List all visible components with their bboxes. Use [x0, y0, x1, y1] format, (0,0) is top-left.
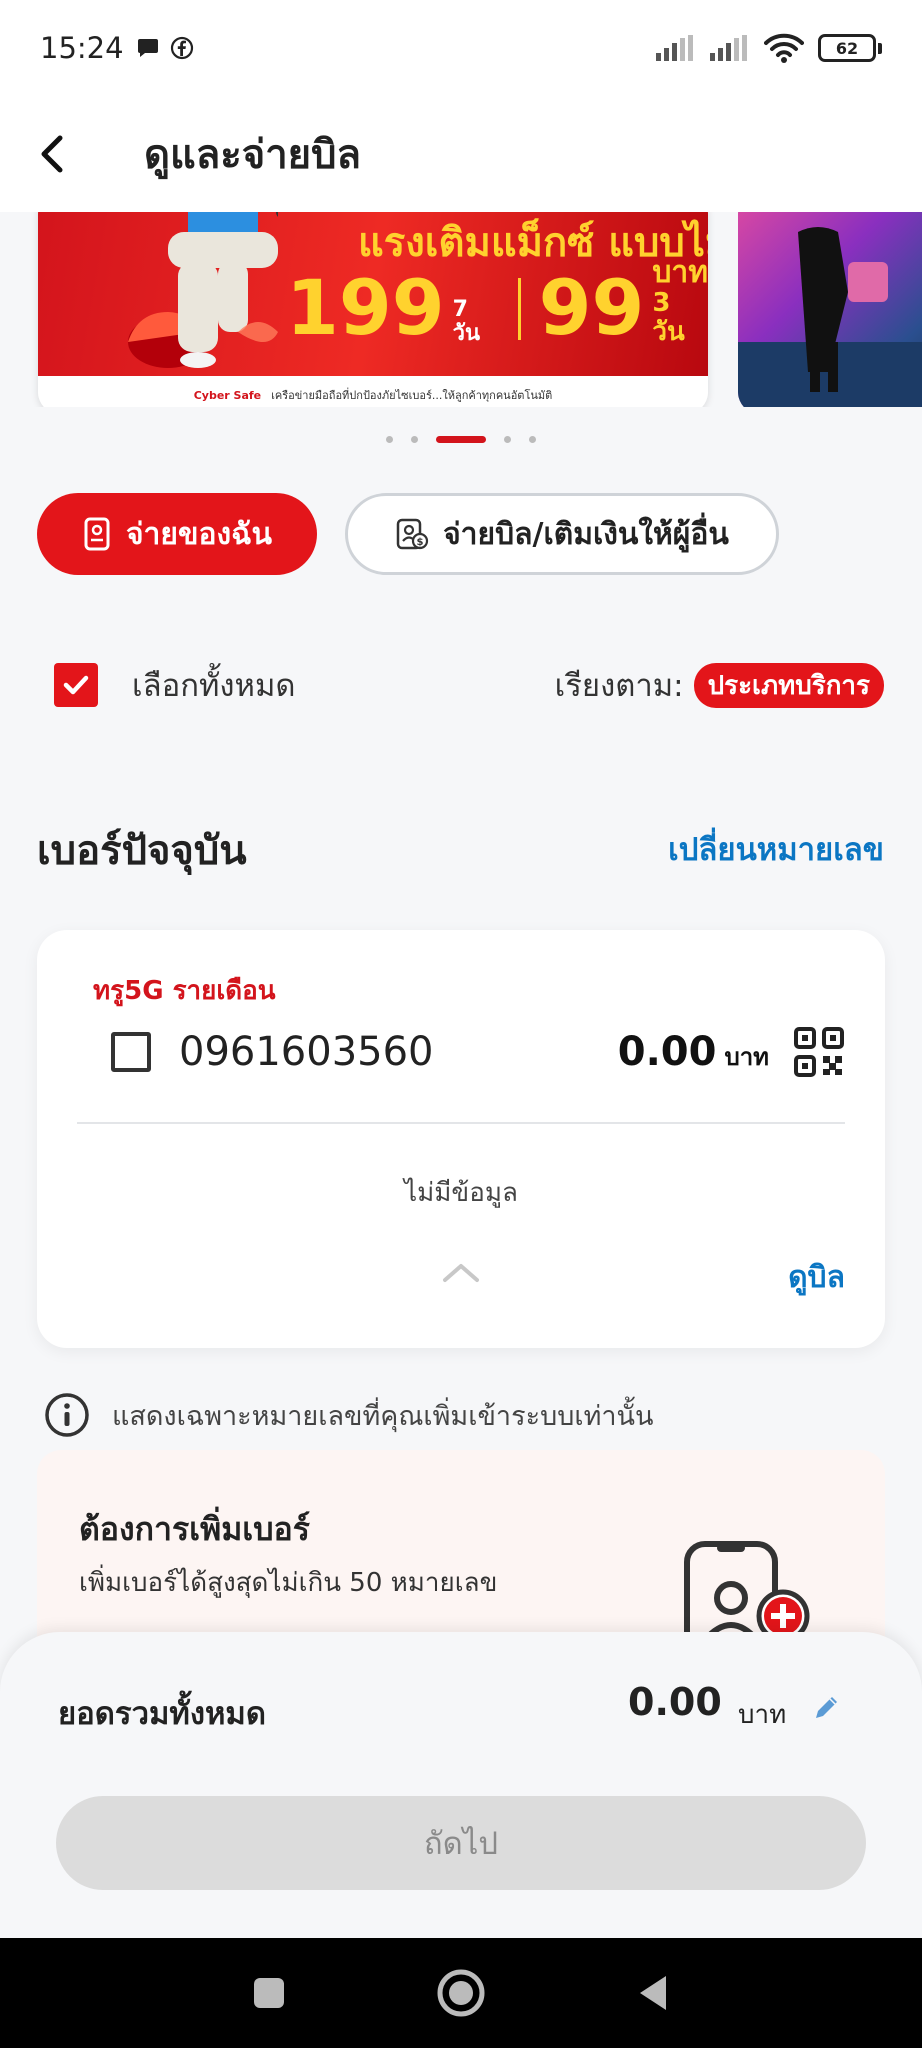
home-circle-icon [437, 1969, 485, 2017]
tab-pay-mine-label: จ่ายของฉัน [125, 516, 273, 552]
back-button[interactable] [4, 96, 104, 212]
plan-label: ทรู5G รายเดือน [93, 976, 276, 1006]
account-amount-unit: บาท [724, 1042, 769, 1071]
pencil-icon[interactable] [812, 1692, 842, 1722]
promo-price-2: 99 [538, 263, 645, 353]
person-bill-icon: $ [396, 518, 429, 550]
carousel-dot[interactable] [504, 436, 511, 443]
chat-bubble-icon [137, 39, 158, 57]
triangle-back-icon [640, 1976, 666, 2010]
carousel-dot[interactable] [529, 436, 536, 443]
battery-level: 62 [818, 34, 876, 62]
status-time: 15:24 [40, 31, 124, 65]
total-label: ยอดรวมทั้งหมด [58, 1696, 266, 1732]
bill-icon [84, 517, 110, 551]
add-number-subtitle: เพิ่มเบอร์ได้สูงสุดไม่เกิน 50 หมายเลข [79, 1568, 498, 1598]
battery-icon: 62 [818, 34, 882, 62]
chevron-up-icon[interactable] [441, 1260, 481, 1284]
status-right-icons: 62 [656, 33, 882, 63]
info-icon [45, 1393, 89, 1437]
account-checkbox[interactable] [111, 1032, 151, 1072]
promo-banner-next[interactable] [738, 212, 922, 407]
select-sort-row: เลือกทั้งหมด เรียงตาม: ประเภทบริการ [54, 660, 884, 710]
signal-icon [656, 35, 693, 61]
cyber-safe-logo: Cyber Safe [193, 388, 262, 402]
total-unit: บาท [738, 1700, 787, 1730]
square-icon [254, 1978, 284, 2008]
sort-label: เรียงตาม: [554, 668, 684, 704]
change-number-link[interactable]: เปลี่ยนหมายเลข [668, 824, 884, 874]
select-all-checkbox[interactable] [54, 663, 98, 707]
account-card: ทรู5G รายเดือน 0961603560 0.00 บาท ไม่มี… [37, 930, 885, 1348]
back-nav-button[interactable] [636, 1974, 670, 2012]
promo-price-2-unit: บาท 3 วัน [652, 255, 708, 347]
sort-dropdown[interactable]: ประเภทบริการ [693, 662, 884, 708]
account-row: 0961603560 0.00 บาท [111, 1026, 845, 1078]
page-title: ดูและจ่ายบิล [144, 132, 361, 178]
carousel-dot[interactable] [386, 436, 393, 443]
promo-price-1: 199 [286, 263, 445, 353]
system-nav-bar [0, 1938, 922, 2048]
total-amount: 0.00 [628, 1680, 722, 1724]
status-bar: 15:24 62 [0, 0, 922, 96]
chevron-left-icon [41, 135, 63, 173]
facebook-icon [170, 36, 193, 60]
promo-price: 199 7 วัน 99 บาท 3 วัน [286, 256, 708, 346]
promo-footer: Cyber Safe เครือข่ายมือถือที่ปกป้องภัยไซ… [38, 376, 708, 407]
card-divider [77, 1122, 845, 1124]
current-number-title: เบอร์ปัจจุบัน [37, 828, 247, 874]
wifi-icon [764, 33, 804, 63]
home-button[interactable] [436, 1968, 486, 2018]
carousel-dot[interactable] [411, 436, 418, 443]
promo-person-image [128, 212, 278, 368]
promo-price-1-unit: 7 วัน [452, 296, 481, 346]
signal-icon [710, 35, 747, 61]
next-button[interactable]: ถัดไป [56, 1796, 866, 1890]
no-data-text: ไม่มีข้อมูล [404, 1178, 518, 1208]
select-all-label[interactable]: เลือกทั้งหมด [132, 660, 296, 710]
promo-footer-text: เครือข่ายมือถือที่ปกป้องภัยไซเบอร์...ให้… [271, 389, 553, 402]
info-note: แสดงเฉพาะหมายเลขที่คุณเพิ่มเข้าระบบเท่าน… [44, 1392, 653, 1438]
recent-apps-button[interactable] [252, 1976, 286, 2010]
phone-number: 0961603560 [179, 1029, 434, 1075]
add-number-title: ต้องการเพิ่มเบอร์ [79, 1510, 310, 1548]
view-bill-link[interactable]: ดูบิล [788, 1254, 845, 1301]
tab-pay-others-label: จ่ายบิล/เติมเงินให้ผู้อื่น [443, 516, 729, 552]
carousel-indicator [0, 436, 922, 443]
summary-panel: ยอดรวมทั้งหมด 0.00 บาท ถัดไป [0, 1632, 922, 1938]
promo-carousel[interactable]: แรงเติมแม็กซ์ แบบไม่อั้น 199 7 วัน 99 บา… [0, 212, 922, 407]
promo-fashion-image [738, 227, 922, 407]
qr-code-icon[interactable] [793, 1026, 845, 1078]
tab-pay-others[interactable]: $ จ่ายบิล/เติมเงินให้ผู้อื่น [345, 493, 779, 575]
account-amount: 0.00 [617, 1029, 717, 1075]
promo-banner[interactable]: แรงเติมแม็กซ์ แบบไม่อั้น 199 7 วัน 99 บา… [38, 212, 708, 407]
promo-banner-background: แรงเติมแม็กซ์ แบบไม่อั้น 199 7 วัน 99 บา… [38, 212, 708, 376]
info-text: แสดงเฉพาะหมายเลขที่คุณเพิ่มเข้าระบบเท่าน… [112, 1400, 654, 1432]
carousel-dot-active[interactable] [436, 436, 486, 443]
status-left-icons [136, 36, 194, 60]
check-icon [63, 675, 89, 695]
svg-text:$: $ [417, 537, 424, 548]
tab-pay-mine[interactable]: จ่ายของฉัน [37, 493, 317, 575]
app-header: ดูและจ่ายบิล [0, 96, 922, 212]
